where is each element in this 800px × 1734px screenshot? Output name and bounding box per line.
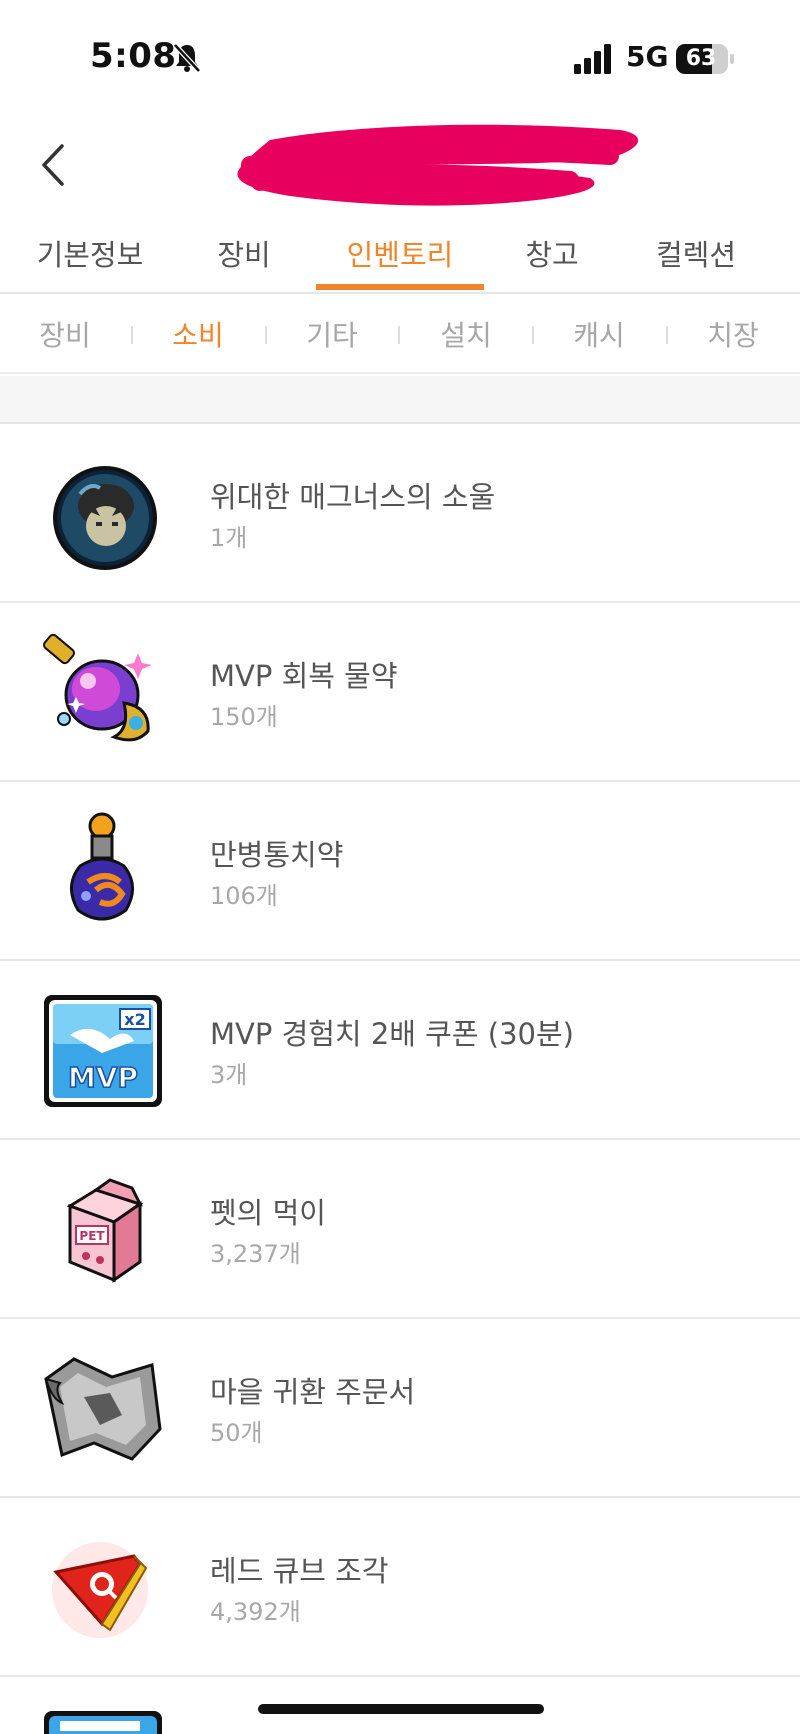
item-count: 150개 (210, 703, 278, 731)
item-name: 펫의 먹이 (210, 1196, 326, 1230)
svg-text:x2: x2 (124, 1010, 145, 1029)
chevron-left-icon[interactable] (38, 142, 68, 188)
cellular-signal-icon (574, 44, 611, 74)
subtab-divider (398, 326, 400, 344)
list-item[interactable]: 레드 큐브 조각 4,392개 (0, 1498, 800, 1677)
list-item[interactable]: 마을 귀환 주문서 50개 (0, 1319, 800, 1498)
item-name: MVP 경험치 2배 쿠폰 (30분) (210, 1017, 574, 1051)
item-count: 3개 (210, 1061, 248, 1089)
tab-equipment[interactable]: 장비 (200, 232, 288, 278)
bell-muted-icon (173, 43, 201, 73)
list-item[interactable]: 만병통치약 106개 (0, 782, 800, 961)
item-count: 1개 (210, 524, 248, 552)
item-count: 3,237개 (210, 1240, 301, 1268)
status-bar: 5:08 5G 63 (0, 0, 800, 120)
subtab-etc[interactable]: 기타 (292, 314, 372, 354)
section-gap (0, 376, 800, 424)
item-list: 위대한 매그너스의 소울 1개 MVP 회복 물약 150개 만병통치약 106… (0, 424, 800, 1734)
main-tab-bar: 기본정보 장비 인벤토리 창고 컬렉션 (0, 222, 800, 294)
tab-basic-info[interactable]: 기본정보 (30, 232, 150, 278)
item-count: 50개 (210, 1419, 263, 1447)
svg-text:MVP: MVP (68, 1061, 138, 1094)
mvp-exp-coupon-icon: x2 MVP (44, 995, 162, 1107)
subtab-cosmetic[interactable]: 치장 (693, 314, 773, 354)
red-cube-fragment-icon (52, 1542, 148, 1638)
subtab-equipment[interactable]: 장비 (25, 314, 105, 354)
mvp-potion-icon (43, 633, 152, 742)
return-scroll-icon (44, 1357, 162, 1461)
item-name: 레드 큐브 조각 (210, 1554, 389, 1588)
subtab-setup[interactable]: 설치 (426, 314, 506, 354)
subtab-divider (131, 326, 133, 344)
svg-text:PET: PET (79, 1229, 105, 1243)
item-count: 106개 (210, 882, 278, 910)
subtab-divider (532, 326, 534, 344)
list-item[interactable]: PET 펫의 먹이 3,237개 (0, 1140, 800, 1319)
list-item[interactable]: 위대한 매그너스의 소울 1개 (0, 424, 800, 603)
tab-storage[interactable]: 창고 (508, 232, 596, 278)
tab-collection[interactable]: 컬렉션 (640, 232, 752, 278)
battery-level: 63 (685, 46, 717, 71)
subtab-cash[interactable]: 캐시 (559, 314, 639, 354)
network-type: 5G (626, 40, 669, 73)
subtab-divider (265, 326, 267, 344)
active-tab-indicator (316, 284, 484, 290)
subtab-divider (666, 326, 668, 344)
sub-tab-bar: 장비 소비 기타 설치 캐시 치장 (0, 296, 800, 374)
home-indicator (258, 1704, 544, 1714)
magnus-soul-icon (53, 466, 157, 570)
item-name: 만병통치약 (210, 838, 344, 872)
status-time: 5:08 (90, 36, 177, 76)
item-count: 4,392개 (210, 1598, 301, 1626)
list-item[interactable]: x2 MVP MVP 경험치 2배 쿠폰 (30분) 3개 (0, 961, 800, 1140)
item-name: 마을 귀환 주문서 (210, 1375, 416, 1409)
tab-inventory[interactable]: 인벤토리 (316, 232, 484, 278)
partial-item-icon (44, 1711, 162, 1734)
pet-food-icon: PET (66, 1178, 144, 1283)
item-name: MVP 회복 물약 (210, 659, 398, 693)
list-item[interactable]: MVP 회복 물약 150개 (0, 603, 800, 782)
item-name: 위대한 매그너스의 소울 (210, 480, 496, 514)
subtab-consumable[interactable]: 소비 (158, 314, 238, 354)
header (0, 120, 800, 220)
all-cure-potion-icon (70, 812, 134, 921)
redacted-title (237, 124, 639, 206)
